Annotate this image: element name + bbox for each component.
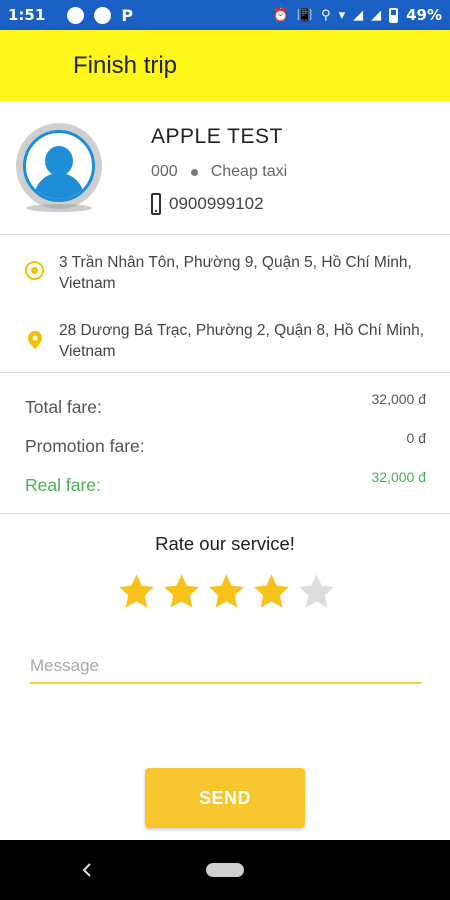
- rating-title: Rate our service!: [155, 533, 295, 554]
- star-filled-icon[interactable]: [206, 572, 247, 612]
- home-pill-icon[interactable]: [206, 863, 244, 877]
- star-rating[interactable]: [116, 572, 337, 612]
- signal-icon: ◢: [353, 7, 364, 23]
- alarm-icon: ⏰: [272, 7, 289, 23]
- screen: 1:51 P ⏰ 📳 ⚲ ▾ ◢ ◢ 49% Finish trip APPLE…: [0, 0, 450, 900]
- signal-icon: ◢: [371, 7, 382, 23]
- promotion-fare-label: Promotion fare:: [25, 436, 145, 456]
- driver-card: APPLE TEST 000 Cheap taxi 0900999102: [0, 101, 450, 235]
- vehicle-type: Cheap taxi: [210, 163, 288, 180]
- location-icon: ⚲: [321, 7, 331, 23]
- driver-name: APPLE TEST: [151, 125, 283, 148]
- fare-section: Total fare: 32,000 đ Promotion fare: 0 đ…: [0, 373, 450, 514]
- wifi-icon: ▾: [338, 7, 346, 23]
- separator-dot: [190, 168, 198, 176]
- navigation-bar: [0, 840, 450, 900]
- status-bar: 1:51 P ⏰ 📳 ⚲ ▾ ◢ ◢ 49%: [0, 0, 450, 30]
- notification-icon: [67, 6, 85, 24]
- notification-icon: [94, 6, 112, 24]
- user-icon: [23, 130, 95, 202]
- driver-phone[interactable]: 0900999102: [151, 193, 264, 215]
- star-filled-icon[interactable]: [251, 572, 292, 612]
- phone-number: 0900999102: [169, 194, 264, 213]
- star-filled-icon[interactable]: [161, 572, 202, 612]
- vehicle-plate: 000: [151, 163, 178, 180]
- driver-meta: 000 Cheap taxi: [151, 163, 287, 181]
- battery-icon: [389, 7, 399, 23]
- real-fare-row: Real fare: 32,000 đ: [25, 469, 427, 495]
- promotion-fare-row: Promotion fare: 0 đ: [25, 430, 426, 456]
- vibrate-icon: 📳: [296, 7, 314, 23]
- back-icon[interactable]: [80, 859, 94, 881]
- origin-marker-icon: [25, 261, 44, 280]
- total-fare-row: Total fare: 32,000 đ: [25, 391, 427, 417]
- phone-icon: [151, 193, 161, 215]
- parking-icon: P: [121, 5, 134, 25]
- app-bar: Finish trip: [0, 30, 450, 101]
- real-fare-label: Real fare:: [25, 475, 101, 495]
- destination-address: 28 Dương Bá Trạc, Phường 2, Quận 8, Hồ C…: [59, 322, 425, 360]
- status-time: 1:51: [8, 6, 46, 24]
- page-title: Finish trip: [73, 51, 178, 79]
- send-button[interactable]: SEND: [145, 768, 305, 828]
- origin-address: 3 Trần Nhân Tôn, Phường 9, Quận 5, Hồ Ch…: [59, 254, 412, 292]
- star-empty-icon[interactable]: [296, 572, 337, 612]
- star-filled-icon[interactable]: [116, 572, 157, 612]
- real-fare-value: 32,000 đ: [371, 469, 427, 485]
- battery-percent: 49%: [406, 6, 442, 24]
- status-icons: ⏰ 📳 ⚲ ▾ ◢ ◢ 49%: [273, 6, 442, 24]
- avatar: [16, 123, 102, 209]
- route-section: 3 Trần Nhân Tôn, Phường 9, Quận 5, Hồ Ch…: [0, 235, 450, 373]
- total-fare-value: 32,000 đ: [371, 391, 427, 407]
- promotion-fare-value: 0 đ: [406, 430, 426, 446]
- total-fare-label: Total fare:: [25, 397, 102, 417]
- message-input[interactable]: [30, 650, 421, 684]
- destination-pin-icon: [28, 331, 42, 349]
